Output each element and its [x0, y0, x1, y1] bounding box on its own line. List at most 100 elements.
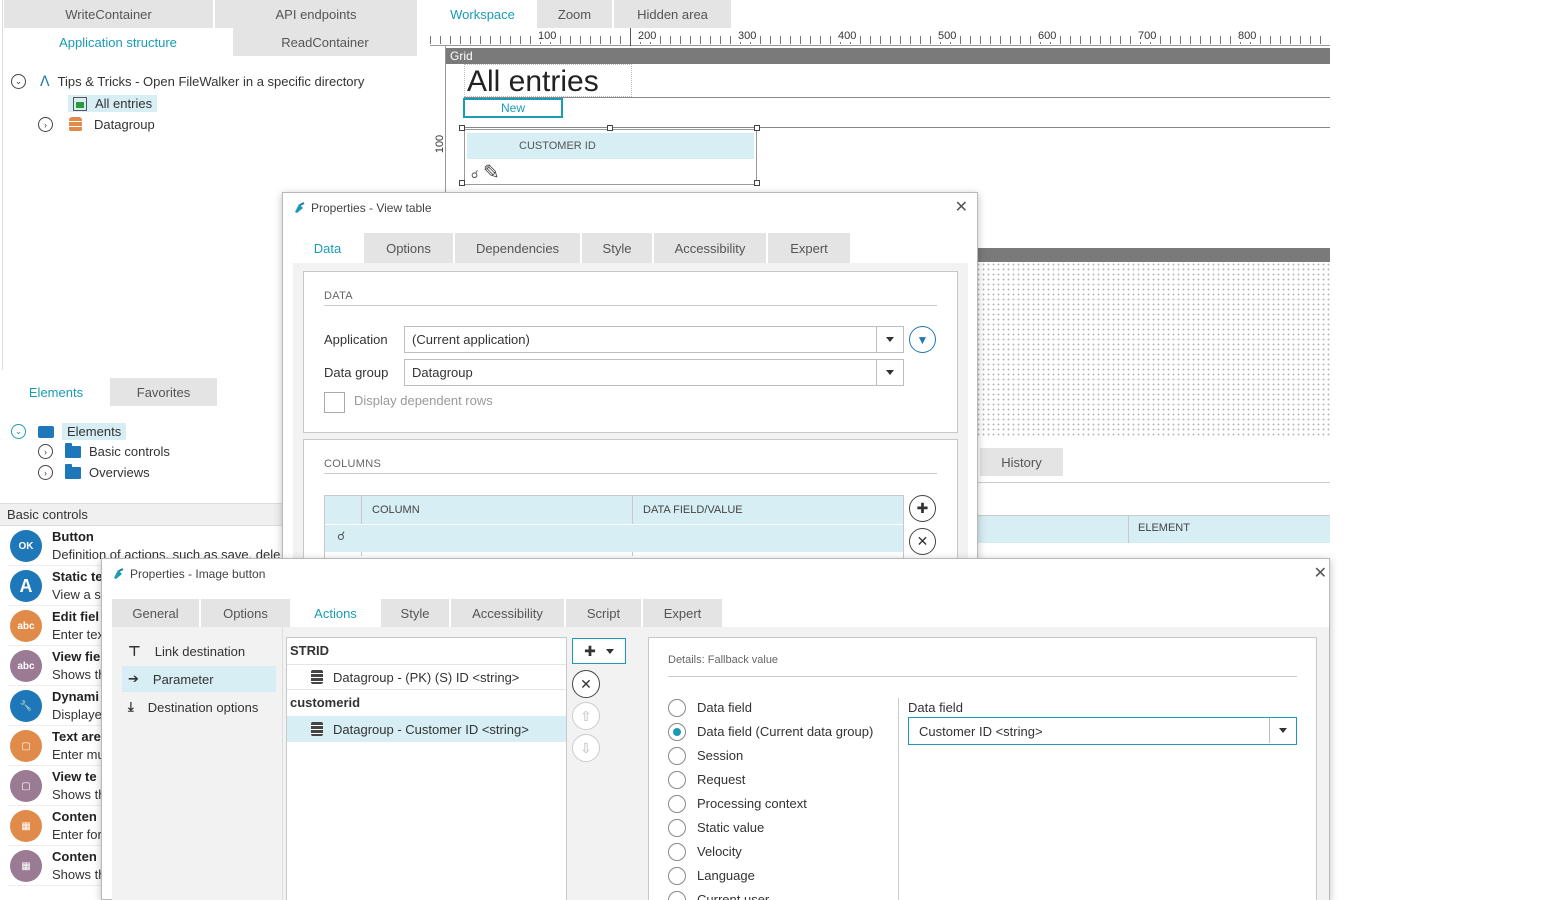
radio-button[interactable]: [668, 819, 686, 837]
canvas-line: [464, 97, 1330, 98]
tab-elements[interactable]: Elements: [4, 378, 109, 406]
tree-root[interactable]: ⌄ ᐱ Tips & Tricks - Open FileWalker in a…: [11, 73, 364, 90]
ruler-label: 100: [538, 30, 557, 42]
radio-button[interactable]: [668, 771, 686, 789]
move-up-button[interactable]: ⇧: [572, 702, 600, 730]
datagroup-label: Data group: [324, 365, 389, 380]
new-button[interactable]: New: [463, 98, 563, 118]
tree-item-datagroup[interactable]: › Datagroup: [38, 117, 155, 132]
elements-root-label: Elements: [62, 423, 127, 440]
tab-accessibility[interactable]: Accessibility: [654, 233, 767, 263]
resize-handle[interactable]: [754, 180, 760, 186]
tab-writecontainer[interactable]: WriteContainer: [4, 0, 214, 28]
col-header-column: COLUMN: [372, 504, 420, 516]
resize-handle[interactable]: [754, 125, 760, 131]
move-down-button[interactable]: ⇩: [572, 734, 600, 762]
tab-api-endpoints[interactable]: API endpoints: [215, 0, 418, 28]
columns-group: COLUMNS COLUMN DATA FIELD/VALUE ☌ ✚ ✕: [303, 439, 958, 565]
add-column-button[interactable]: ✚: [909, 495, 936, 522]
chevron-down-icon[interactable]: [876, 327, 903, 352]
radio-button[interactable]: [668, 891, 686, 900]
chevron-down-icon[interactable]: [1269, 718, 1296, 743]
remove-parameter-button[interactable]: ✕: [572, 670, 600, 698]
nav-destination-options[interactable]: ⤓ Destination options: [122, 694, 276, 720]
tree-item-label: Overviews: [89, 465, 150, 480]
chevron-down-icon[interactable]: [876, 360, 903, 385]
radio-button[interactable]: [668, 747, 686, 765]
application-select[interactable]: (Current application): [404, 326, 904, 353]
filter-button[interactable]: ▼: [909, 326, 936, 353]
details-panel: Details: Fallback value Data field Data f…: [648, 637, 1317, 900]
tab-expert[interactable]: Expert: [643, 599, 723, 627]
tree-item-basic-controls[interactable]: › Basic controls: [38, 442, 170, 459]
tab-history[interactable]: History: [980, 448, 1064, 476]
param-item[interactable]: Datagroup - (PK) (S) ID <string>: [287, 664, 566, 690]
resize-handle[interactable]: [459, 180, 465, 186]
tab-application-structure[interactable]: Application structure: [4, 28, 233, 56]
ruler-label: 700: [1138, 30, 1157, 42]
tab-dependencies[interactable]: Dependencies: [455, 233, 581, 263]
ruler-label: 300: [738, 30, 757, 42]
add-parameter-button[interactable]: ✚: [572, 638, 626, 664]
tab-options[interactable]: Options: [201, 599, 291, 627]
tree-item-overviews[interactable]: › Overviews: [38, 463, 150, 480]
radio-label: Data field: [697, 700, 752, 715]
close-icon[interactable]: ✕: [1314, 563, 1327, 583]
tab-style[interactable]: Style: [582, 233, 653, 263]
group-separator: [324, 473, 937, 474]
expand-icon[interactable]: ›: [38, 444, 53, 459]
resize-handle[interactable]: [607, 125, 613, 131]
source-radio-group: Data field Data field (Current data group…: [649, 638, 899, 900]
tab-expert[interactable]: Expert: [768, 233, 851, 263]
tab-readcontainer[interactable]: ReadContainer: [233, 28, 418, 56]
tab-options[interactable]: Options: [364, 233, 454, 263]
tab-general[interactable]: General: [112, 599, 200, 627]
remove-column-button[interactable]: ✕: [909, 528, 936, 555]
data-field-select[interactable]: Customer ID <string>: [908, 717, 1297, 745]
nav-label: Destination options: [147, 699, 259, 715]
canvas-line: [464, 127, 1330, 128]
view-table-element[interactable]: CUSTOMER ID ☌ ✎: [464, 129, 757, 185]
ok-icon: OK: [10, 530, 42, 562]
resize-handle[interactable]: [459, 125, 465, 131]
app-logo-icon: [114, 568, 124, 579]
tab-favorites[interactable]: Favorites: [110, 378, 218, 406]
nav-parameter[interactable]: ➔ Parameter: [122, 666, 276, 692]
tab-zoom[interactable]: Zoom: [537, 0, 613, 28]
radio-button[interactable]: [668, 843, 686, 861]
radio-button[interactable]: [668, 699, 686, 717]
collapse-icon[interactable]: ⌄: [11, 74, 26, 89]
tab-actions[interactable]: Actions: [292, 599, 380, 627]
application-label: Application: [324, 332, 388, 347]
page-title[interactable]: All entries: [464, 64, 632, 98]
tab-workspace[interactable]: Workspace: [430, 0, 536, 28]
dependent-rows-checkbox[interactable]: [324, 392, 345, 413]
tab-style[interactable]: Style: [381, 599, 450, 627]
radio-button[interactable]: [668, 723, 686, 741]
radio-label: Velocity: [697, 844, 742, 859]
pin-icon: ⊤: [128, 642, 141, 659]
tree-item-all-entries[interactable]: All entries: [68, 95, 158, 112]
tab-script[interactable]: Script: [566, 599, 642, 627]
expand-icon[interactable]: ›: [38, 465, 53, 480]
chevron-down-icon: [605, 648, 614, 654]
datagroup-select[interactable]: Datagroup: [404, 359, 904, 386]
search-icon[interactable]: ☌: [337, 529, 345, 543]
param-item-selected[interactable]: Datagroup - Customer ID <string>: [287, 716, 566, 742]
tab-hidden-area[interactable]: Hidden area: [614, 0, 732, 28]
close-icon[interactable]: ✕: [955, 197, 968, 217]
elements-tree-root[interactable]: ⌄ Elements: [11, 423, 127, 440]
collapse-icon[interactable]: ⌄: [11, 424, 26, 439]
content-view-icon: ▦: [10, 850, 42, 882]
details-col-separator: [898, 698, 899, 900]
tab-accessibility[interactable]: Accessibility: [451, 599, 565, 627]
group-label: COLUMNS: [324, 458, 382, 470]
database-icon: [311, 722, 323, 736]
elements-panel: Elements Favorites ⌄ Elements › Basic co…: [0, 378, 285, 508]
radio-button[interactable]: [668, 867, 686, 885]
tab-data[interactable]: Data: [293, 233, 363, 263]
expand-icon[interactable]: ›: [38, 117, 53, 132]
col-header-data-field: DATA FIELD/VALUE: [643, 504, 743, 516]
nav-link-destination[interactable]: ⊤ Link destination: [122, 638, 276, 664]
radio-button[interactable]: [668, 795, 686, 813]
